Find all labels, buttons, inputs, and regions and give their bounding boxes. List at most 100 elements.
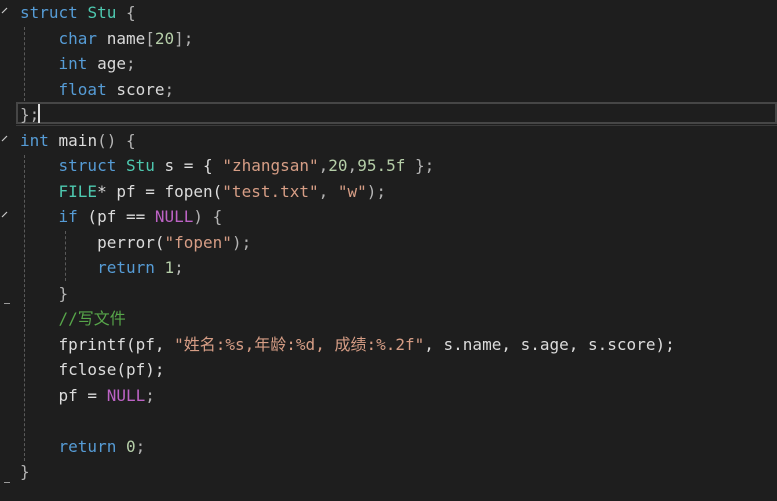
code-token: //写文件 xyxy=(58,309,126,328)
code-line[interactable]: struct Stu s = { "zhangsan",20,95.5f }; xyxy=(20,153,435,179)
code-line[interactable]: int main() { xyxy=(20,128,136,154)
code-editor[interactable]: struct Stu { char name[20]; int age; flo… xyxy=(0,0,777,501)
code-token: struct xyxy=(58,156,117,175)
code-token: ; xyxy=(164,79,175,99)
code-token: 20 xyxy=(154,28,175,48)
current-line-highlight xyxy=(16,102,777,124)
fold-toggle-icon[interactable] xyxy=(1,211,9,219)
code-token: }; xyxy=(405,156,435,175)
code-token: name xyxy=(97,28,146,48)
code-token: NULL xyxy=(106,385,146,405)
code-line[interactable]: FILE* pf = fopen("test.txt", "w"); xyxy=(20,179,387,205)
code-token: } xyxy=(20,462,30,481)
code-token: NULL xyxy=(154,207,194,226)
code-token: return xyxy=(97,258,155,277)
code-token: pf = xyxy=(20,385,107,405)
code-token: "姓名:%s,年龄:%d, 成绩:%.2f" xyxy=(174,334,425,354)
code-line[interactable]: struct Stu { xyxy=(20,0,136,26)
code-token: char xyxy=(58,28,98,48)
code-token: fprintf(pf, xyxy=(58,334,175,354)
code-token: (pf == xyxy=(77,207,155,226)
code-token: int xyxy=(58,54,88,73)
code-token: fclose(pf); xyxy=(58,360,165,379)
code-token: ; xyxy=(135,436,146,456)
code-token: s = { xyxy=(154,156,223,175)
code-token: ; xyxy=(174,258,184,277)
code-token: "zhangsan" xyxy=(222,156,319,175)
code-line[interactable]: } xyxy=(20,459,30,485)
code-token: ; xyxy=(145,385,155,405)
code-token: 20 xyxy=(328,156,348,175)
code-line[interactable]: char name[20]; xyxy=(20,26,194,52)
code-token: if xyxy=(58,207,78,226)
fold-end-icon xyxy=(4,303,10,304)
code-token: main xyxy=(48,130,98,150)
code-line[interactable]: if (pf == NULL) { xyxy=(20,204,223,230)
code-line[interactable]: return 0; xyxy=(20,434,146,460)
code-token: , xyxy=(318,181,338,201)
code-token: Stu xyxy=(87,3,117,22)
code-token: }; xyxy=(20,105,40,124)
code-token: "fopen" xyxy=(164,232,232,252)
code-token: , s.name, s.age, s.score); xyxy=(424,334,675,354)
code-token: 95.5f xyxy=(357,156,406,175)
code-token: } xyxy=(20,283,69,303)
text-caret xyxy=(38,104,40,123)
code-line[interactable]: int age; xyxy=(20,51,136,77)
code-token: score xyxy=(106,79,165,99)
code-token: ; xyxy=(125,54,136,73)
code-token: 1 xyxy=(164,258,175,277)
code-token: () { xyxy=(97,130,136,150)
code-line[interactable]: fclose(pf); xyxy=(20,357,165,383)
code-line[interactable]: //写文件 xyxy=(20,306,126,332)
code-line[interactable]: pf = NULL; xyxy=(20,383,155,409)
code-line[interactable]: return 1; xyxy=(20,255,184,281)
code-line[interactable]: float score; xyxy=(20,77,175,103)
code-token: [ xyxy=(145,28,155,48)
code-token: ); xyxy=(231,232,252,252)
code-token: ); xyxy=(366,181,387,201)
code-line[interactable]: } xyxy=(20,281,69,307)
code-token: return xyxy=(58,436,117,456)
block-separator xyxy=(16,125,777,126)
code-token: struct xyxy=(20,3,78,22)
code-line[interactable]: fprintf(pf, "姓名:%s,年龄:%d, 成绩:%.2f", s.na… xyxy=(20,332,675,358)
code-token: 0 xyxy=(125,436,136,456)
code-token: "w" xyxy=(337,181,367,201)
editor-gutter[interactable] xyxy=(0,0,16,501)
code-token: float xyxy=(58,79,107,99)
code-token: * pf = fopen( xyxy=(97,181,223,201)
code-token: int xyxy=(20,130,49,150)
code-token: { xyxy=(116,3,136,22)
code-token: , xyxy=(347,156,358,175)
code-line[interactable]: }; xyxy=(20,102,39,128)
code-token: "test.txt" xyxy=(222,181,319,201)
code-token: perror( xyxy=(97,232,165,252)
fold-toggle-icon[interactable] xyxy=(1,7,9,15)
code-token: Stu xyxy=(125,156,155,175)
fold-toggle-icon[interactable] xyxy=(1,135,9,143)
code-token: age xyxy=(87,54,126,73)
code-token: ]; xyxy=(174,28,194,48)
fold-end-icon xyxy=(4,482,10,483)
code-token: FILE xyxy=(58,181,98,201)
code-token: , xyxy=(318,156,329,175)
code-token: ) { xyxy=(193,207,223,226)
code-line[interactable]: perror("fopen"); xyxy=(20,230,251,256)
